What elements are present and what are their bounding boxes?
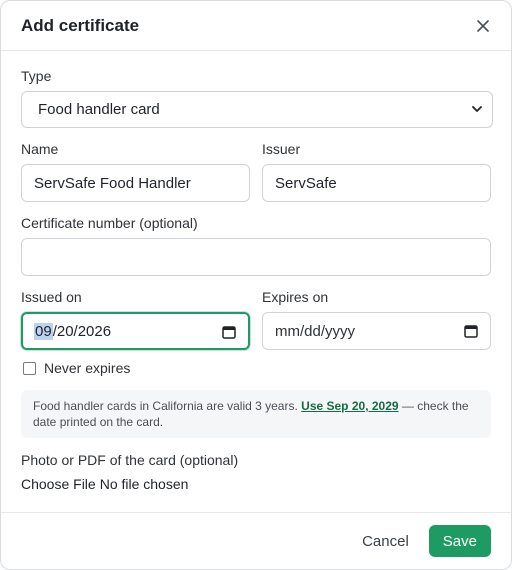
close-icon: [477, 19, 489, 32]
add-certificate-dialog: Add certificate Type Food handler card N…: [0, 0, 512, 570]
expires-on-date-input[interactable]: mm/dd/yyyy: [262, 312, 491, 350]
calendar-icon[interactable]: [464, 324, 478, 338]
type-select-value: Food handler card: [38, 101, 160, 118]
never-expires-checkbox[interactable]: [23, 361, 36, 375]
file-label: Photo or PDF of the card (optional): [21, 452, 239, 468]
validity-note: Food handler cards in California are val…: [21, 390, 491, 438]
use-suggested-date-link[interactable]: Use Sep 20, 2029: [301, 399, 398, 413]
issuer-label: Issuer: [262, 141, 301, 157]
type-label: Type: [21, 68, 52, 84]
issuer-input-value: ServSafe: [275, 174, 337, 192]
expires-on-label: Expires on: [262, 289, 329, 305]
never-expires-row: Never expires: [21, 360, 491, 376]
certificate-number-label: Certificate number (optional): [21, 215, 198, 231]
chevron-down-icon: [472, 106, 482, 112]
name-input-value: ServSafe Food Handler: [34, 174, 191, 192]
issued-on-date-rest: /20/2026: [52, 322, 112, 340]
save-button[interactable]: Save: [428, 525, 491, 557]
name-label: Name: [21, 141, 59, 157]
name-input[interactable]: ServSafe Food Handler: [21, 164, 250, 202]
certificate-number-input[interactable]: [21, 238, 491, 276]
cancel-button[interactable]: Cancel: [362, 533, 409, 550]
close-button[interactable]: [471, 14, 495, 38]
never-expires-label[interactable]: Never expires: [44, 360, 130, 376]
expires-on-date-value: mm/dd/yyyy: [275, 322, 356, 340]
note-text-before: Food handler cards in California are val…: [33, 399, 298, 413]
issued-on-date-input[interactable]: 09/20/2026: [21, 312, 250, 350]
calendar-icon[interactable]: [222, 325, 236, 339]
dialog-body: Type Food handler card Name ServSafe Foo…: [1, 51, 511, 492]
type-select[interactable]: Food handler card: [21, 91, 493, 128]
dialog-footer: Cancel Save: [1, 512, 511, 569]
choose-file-button[interactable]: Choose File: [21, 476, 96, 492]
file-input[interactable]: Choose File No file chosen: [21, 476, 491, 492]
issuer-input[interactable]: ServSafe: [262, 164, 491, 202]
dialog-header: Add certificate: [1, 1, 511, 51]
issued-on-month-segment[interactable]: 09: [34, 322, 53, 340]
file-status: No file chosen: [99, 476, 189, 492]
dialog-title: Add certificate: [21, 15, 140, 35]
issued-on-label: Issued on: [21, 289, 82, 305]
